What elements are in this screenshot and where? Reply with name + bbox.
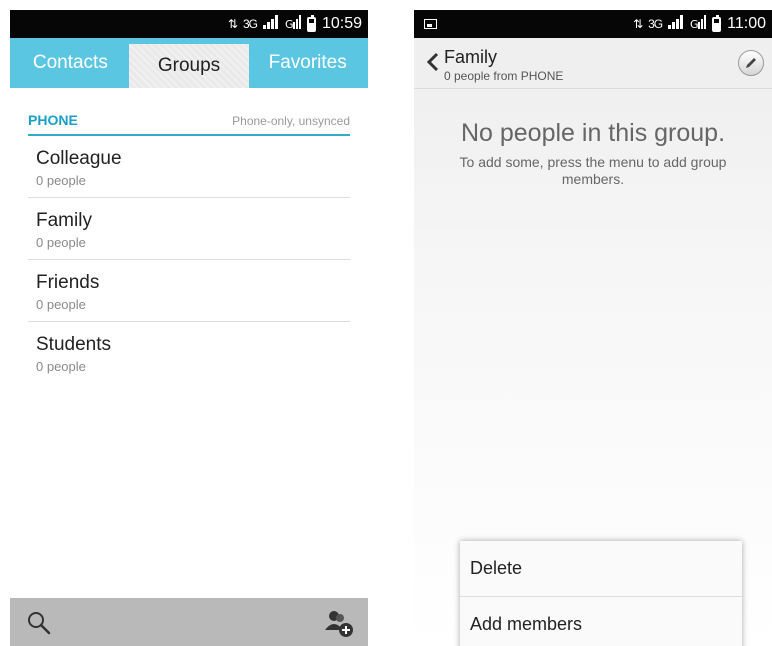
add-group-icon[interactable] xyxy=(322,608,354,638)
status-bar: ⇅ 3G G 11:00 xyxy=(414,10,772,38)
menu-item-add-members[interactable]: Add members xyxy=(460,596,742,646)
back-chevron-icon[interactable] xyxy=(426,52,440,72)
bottom-action-bar xyxy=(10,598,368,646)
signal-strength-2-icon: G xyxy=(690,14,707,34)
group-item-friends[interactable]: Friends 0 people xyxy=(28,260,350,322)
group-name: Family xyxy=(36,210,92,231)
signal-strength-icon xyxy=(668,14,684,34)
group-item-family[interactable]: Family 0 people xyxy=(28,198,350,260)
group-name: Friends xyxy=(36,272,100,293)
svg-text:G: G xyxy=(690,18,699,29)
group-title: Family xyxy=(444,47,497,67)
overflow-menu: Delete Add members xyxy=(460,541,742,646)
edit-button[interactable] xyxy=(738,50,764,76)
signal-strength-2-icon: G xyxy=(285,14,301,34)
section-header-phone: PHONE Phone-only, unsynced xyxy=(28,100,350,136)
signal-strength-icon xyxy=(262,14,279,34)
group-name: Students xyxy=(36,334,111,355)
menu-item-delete[interactable]: Delete xyxy=(460,541,742,596)
status-bar: ⇅ 3G G 10:59 xyxy=(10,10,368,38)
tab-groups[interactable]: Groups xyxy=(128,44,250,88)
section-title: PHONE xyxy=(28,112,78,128)
battery-icon xyxy=(306,14,316,32)
status-time: 11:00 xyxy=(727,15,766,32)
group-count: 0 people xyxy=(36,173,86,188)
group-count: 0 people xyxy=(36,359,86,374)
tab-favorites[interactable]: Favorites xyxy=(247,38,368,88)
network-label: 3G xyxy=(648,17,663,31)
pencil-icon xyxy=(746,58,756,68)
action-bar: Family 0 people from PHONE xyxy=(414,38,772,89)
notification-image-icon xyxy=(424,19,437,29)
empty-state-title: No people in this group. xyxy=(460,119,726,147)
group-detail-screen: ⇅ 3G G 11:00 Family 0 people from PHONE … xyxy=(414,10,772,646)
empty-state-message: To add some, press the menu to add group… xyxy=(459,154,727,187)
battery-icon xyxy=(712,14,722,32)
tab-contacts[interactable]: Contacts xyxy=(10,38,131,88)
group-item-students[interactable]: Students 0 people xyxy=(28,322,350,383)
groups-screen: ⇅ 3G G 10:59 Contacts Groups Favorites P… xyxy=(10,10,368,646)
group-item-colleague[interactable]: Colleague 0 people xyxy=(28,136,350,198)
data-arrows-icon: ⇅ xyxy=(227,17,238,31)
svg-text:G: G xyxy=(285,18,294,29)
search-icon[interactable] xyxy=(26,610,52,636)
status-time: 10:59 xyxy=(321,15,362,32)
group-count: 0 people xyxy=(36,235,86,250)
group-name: Colleague xyxy=(36,148,122,169)
section-subtitle: Phone-only, unsynced xyxy=(232,114,350,128)
tab-bar: Contacts Groups Favorites xyxy=(10,38,368,88)
network-label: 3G xyxy=(242,17,258,31)
data-arrows-icon: ⇅ xyxy=(633,17,643,31)
group-subtitle: 0 people from PHONE xyxy=(444,69,564,83)
group-count: 0 people xyxy=(36,297,86,312)
group-list: Colleague 0 people Family 0 people Frien… xyxy=(10,136,368,383)
